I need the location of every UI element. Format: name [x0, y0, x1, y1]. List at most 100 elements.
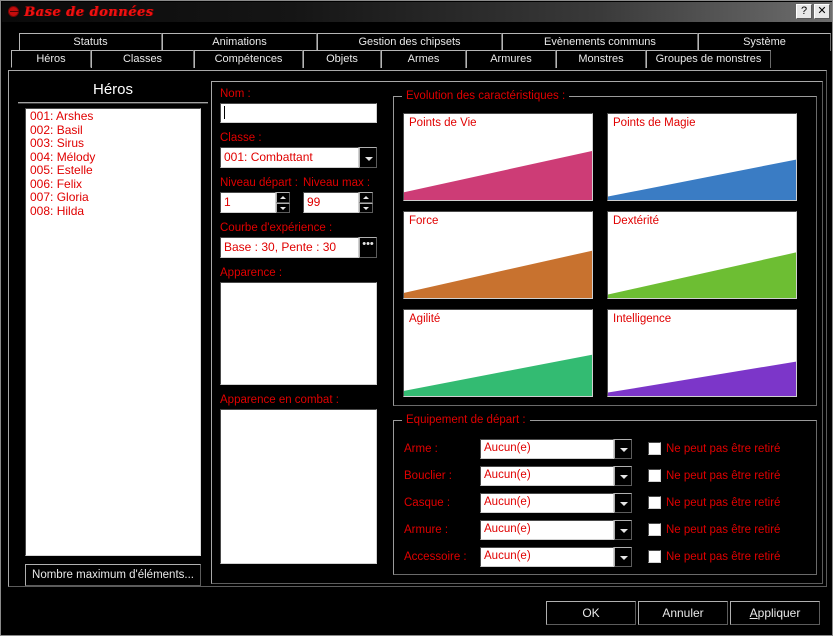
- chevron-down-icon[interactable]: [614, 465, 632, 486]
- list-item[interactable]: 004: Mélody: [26, 150, 200, 165]
- exp-curve-label: Courbe d'expérience :: [220, 222, 333, 234]
- tab-comp-tences[interactable]: Compétences: [194, 50, 303, 68]
- name-input-wrap[interactable]: [220, 103, 377, 123]
- spin-up-icon[interactable]: [276, 192, 290, 203]
- fixed-equipment-checkbox[interactable]: Ne peut pas être retiré: [648, 523, 780, 536]
- exp-curve-field[interactable]: Base : 30, Pente : 30 •••: [220, 237, 377, 258]
- fixed-equipment-checkbox[interactable]: Ne peut pas être retiré: [648, 442, 780, 455]
- stat-graph-title: Dextérité: [613, 215, 660, 227]
- apply-button[interactable]: Appliquer: [730, 601, 820, 625]
- list-item[interactable]: 007: Gloria: [26, 190, 200, 205]
- stat-graph[interactable]: Agilité: [403, 309, 593, 397]
- list-item[interactable]: 006: Felix: [26, 177, 200, 192]
- hero-panel-title-wrap: Héros: [18, 80, 208, 104]
- equipment-slot-label: Accessoire :: [404, 550, 467, 563]
- stat-graph-title: Intelligence: [613, 313, 672, 325]
- start-level-stepper[interactable]: 1: [220, 192, 290, 213]
- stat-graph[interactable]: Points de Magie: [607, 113, 797, 201]
- cancel-button[interactable]: Annuler: [638, 601, 728, 625]
- stat-graph[interactable]: Points de Vie: [403, 113, 593, 201]
- chevron-down-icon[interactable]: [614, 519, 632, 540]
- tab-groupes-de-monstres[interactable]: Groupes de monstres: [646, 50, 771, 68]
- checkbox-box-icon[interactable]: [648, 523, 661, 536]
- ok-button[interactable]: OK: [546, 601, 636, 625]
- fixed-equipment-checkbox[interactable]: Ne peut pas être retiré: [648, 550, 780, 563]
- equipment-combobox[interactable]: Aucun(e): [480, 546, 632, 567]
- equipment-row: Accessoire : Aucun(e) Ne peut pas être ret…: [404, 543, 808, 570]
- list-item[interactable]: 003: Sirus: [26, 136, 200, 151]
- hero-list[interactable]: 001: Arshes 002: Basil 003: Sirus 004: Mélo…: [25, 108, 201, 556]
- fixed-equipment-label: Ne peut pas être retiré: [666, 442, 781, 455]
- tab-objets[interactable]: Objets: [303, 50, 381, 68]
- tab-ev-nements-communs[interactable]: Evènements communs: [502, 33, 698, 51]
- equipment-row: Bouclier : Aucun(e) Ne peut pas être retir…: [404, 462, 808, 489]
- equipment-combobox[interactable]: Aucun(e): [480, 438, 632, 459]
- checkbox-box-icon[interactable]: [648, 469, 661, 482]
- tab-animations[interactable]: Animations: [162, 33, 317, 51]
- stat-graph-title: Points de Vie: [409, 117, 477, 129]
- list-item[interactable]: 005: Estelle: [26, 163, 200, 178]
- max-level-spin-buttons[interactable]: [359, 192, 373, 213]
- start-level-value[interactable]: 1: [220, 192, 276, 213]
- chevron-down-icon[interactable]: [359, 147, 377, 168]
- chevron-down-icon[interactable]: [614, 492, 632, 513]
- stat-graph-title: Force: [409, 215, 439, 227]
- tab-classes[interactable]: Classes: [91, 50, 194, 68]
- appearance-preview[interactable]: [220, 282, 377, 385]
- tab-gestion-des-chipsets[interactable]: Gestion des chipsets: [317, 33, 502, 51]
- tab-statuts[interactable]: Statuts: [19, 33, 162, 51]
- battle-appearance-label: Apparence en combat :: [220, 394, 339, 406]
- list-item[interactable]: 002: Basil: [26, 123, 200, 138]
- equipment-combobox[interactable]: Aucun(e): [480, 465, 632, 486]
- starting-equipment-group: Arme : Aucun(e) Ne peut pas être retiré Bou…: [393, 413, 817, 575]
- equipment-combobox-value: Aucun(e): [480, 546, 614, 567]
- equipment-combobox[interactable]: Aucun(e): [480, 519, 632, 540]
- hero-title-divider: [18, 102, 208, 104]
- equipment-row: Arme : Aucun(e) Ne peut pas être retiré: [404, 435, 808, 462]
- equipment-rows: Arme : Aucun(e) Ne peut pas être retiré Bou…: [404, 435, 808, 570]
- tab-syst-me[interactable]: Système: [698, 33, 831, 51]
- max-level-stepper[interactable]: 99: [303, 192, 373, 213]
- tab-armures[interactable]: Armures: [466, 50, 556, 68]
- start-level-label: Niveau départ :: [220, 177, 298, 189]
- spin-down-icon[interactable]: [359, 202, 373, 213]
- equipment-combobox[interactable]: Aucun(e): [480, 492, 632, 513]
- checkbox-box-icon[interactable]: [648, 496, 661, 509]
- class-combobox[interactable]: 001: Combattant: [220, 147, 377, 168]
- list-item[interactable]: 008: Hilda: [26, 204, 200, 219]
- app-globe-icon: [6, 5, 22, 19]
- window-title: Base de données: [24, 4, 154, 20]
- hero-form: Nom : Classe : 001: Combattant Niveau dé…: [220, 87, 385, 564]
- fixed-equipment-checkbox[interactable]: Ne peut pas être retiré: [648, 496, 780, 509]
- stat-graph[interactable]: Dextérité: [607, 211, 797, 299]
- ellipsis-browse-icon[interactable]: •••: [359, 237, 377, 258]
- chevron-down-icon[interactable]: [614, 438, 632, 459]
- start-level-spin-buttons[interactable]: [276, 192, 290, 213]
- list-item[interactable]: 001: Arshes: [26, 109, 200, 124]
- starting-equipment-title: Equipement de départ :: [402, 413, 530, 427]
- checkbox-box-icon[interactable]: [648, 442, 661, 455]
- spin-down-icon[interactable]: [276, 202, 290, 213]
- stat-evolution-group: Points de Vie Points de Magie Force Dextéri…: [393, 89, 817, 406]
- help-button[interactable]: ?: [796, 4, 812, 19]
- equipment-combobox-value: Aucun(e): [480, 492, 614, 513]
- spin-up-icon[interactable]: [359, 192, 373, 203]
- stat-graph[interactable]: Intelligence: [607, 309, 797, 397]
- stat-graph[interactable]: Force: [403, 211, 593, 299]
- fixed-equipment-checkbox[interactable]: Ne peut pas être retiré: [648, 469, 780, 482]
- name-input[interactable]: [220, 103, 377, 123]
- fixed-equipment-label: Ne peut pas être retiré: [666, 496, 781, 509]
- max-elements-button[interactable]: Nombre maximum d'éléments...: [25, 564, 201, 586]
- database-window: Base de données ? ✕ Statuts Animations Ges…: [0, 0, 833, 636]
- fixed-equipment-label: Ne peut pas être retiré: [666, 550, 781, 563]
- tab-strip: Statuts Animations Gestion des chipsets Evè…: [11, 33, 831, 71]
- checkbox-box-icon[interactable]: [648, 550, 661, 563]
- battle-appearance-preview[interactable]: [220, 409, 377, 564]
- chevron-down-icon[interactable]: [614, 546, 632, 567]
- tab-monstres[interactable]: Monstres: [556, 50, 646, 68]
- tab-h-ros[interactable]: Héros: [11, 50, 91, 68]
- close-button[interactable]: ✕: [814, 4, 830, 19]
- equipment-combobox-value: Aucun(e): [480, 465, 614, 486]
- tab-armes[interactable]: Armes: [381, 50, 466, 68]
- max-level-value[interactable]: 99: [303, 192, 359, 213]
